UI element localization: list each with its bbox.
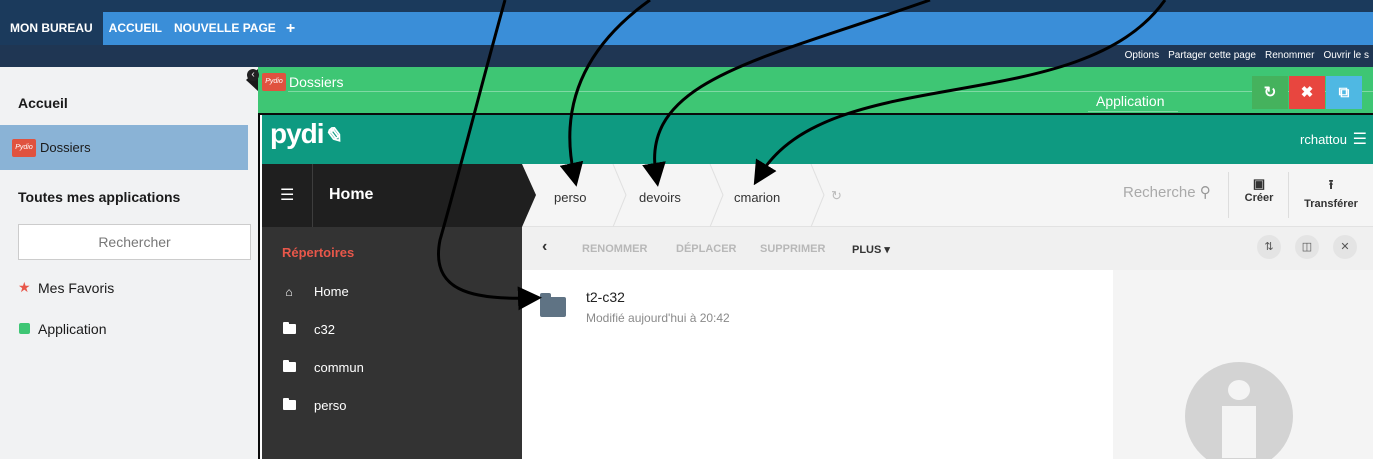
pydio-logo[interactable]: pydi✎ (270, 118, 342, 150)
file-list: t2-c32 Modifié aujourd'hui à 20:42 (522, 270, 1113, 459)
move-button[interactable]: DÉPLACER (676, 243, 737, 255)
tree-item-home[interactable]: ⌂ Home (282, 284, 349, 299)
application-label: Application (38, 321, 107, 337)
info-icon (1185, 362, 1293, 459)
info-panel (1113, 270, 1373, 459)
chevron-separator-icon (522, 164, 536, 227)
repositories-heading: Répertoires (282, 245, 355, 260)
app-title-bar: Pydio Dossiers Application ↻ ✖ ⧉ (258, 67, 1373, 113)
portal-sidebar: Accueil Pydio Dossiers Toutes mes applic… (0, 67, 258, 459)
share-page-link[interactable]: Partager cette page (1168, 50, 1256, 61)
app-title: Dossiers (289, 74, 344, 90)
folder-icon (282, 359, 296, 375)
more-label: PLUS (852, 244, 882, 256)
portal-app-label: Dossiers (40, 140, 91, 155)
rename-button[interactable]: RENOMMER (582, 243, 647, 255)
divider (1088, 111, 1178, 112)
tree-item-label: commun (314, 360, 364, 375)
chevron-separator-icon (612, 164, 627, 227)
file-modified: Modifié aujourd'hui à 20:42 (586, 311, 730, 325)
open-link[interactable]: Ouvrir le s (1323, 50, 1369, 61)
action-toolbar: ‹ RENOMMER DÉPLACER SUPPRIMER PLUS ▾ ⇅ ◫… (522, 227, 1373, 270)
breadcrumb-item-perso[interactable]: perso (554, 190, 587, 205)
favorites-label: Mes Favoris (38, 279, 115, 296)
app-subtitle: Application (1096, 93, 1165, 109)
tree-item-commun[interactable]: commun (282, 359, 364, 375)
top-strip (0, 0, 1373, 12)
rename-page-link[interactable]: Renommer (1265, 50, 1314, 61)
create-button[interactable]: ▣ Créer (1237, 176, 1281, 204)
star-icon: ★ (18, 279, 31, 295)
divider (288, 91, 1373, 92)
portal-application[interactable]: Application (18, 321, 107, 337)
delete-button[interactable]: SUPPRIMER (760, 243, 825, 255)
menu-icon[interactable]: ☰ (1353, 129, 1367, 149)
pydio-logo-icon: Pydio (262, 73, 286, 91)
pydio-header: pydi✎ rchattou ☰ (262, 115, 1373, 164)
tree-item-perso[interactable]: perso (282, 397, 347, 413)
refresh-icon[interactable]: ↻ (831, 188, 842, 204)
breadcrumb-item-devoirs[interactable]: devoirs (639, 190, 681, 205)
search-placeholder: Recherche (1123, 184, 1196, 201)
portal-heading-apps: Toutes mes applications (18, 189, 181, 205)
breadcrumb: perso devoirs cmarion ↻ Recherche ⚲ ▣ Cr… (522, 164, 1373, 227)
divider (312, 164, 313, 227)
top-navbar: MON BUREAU ACCUEIL NOUVELLE PAGE + (0, 12, 1373, 45)
workspace-title: Home (329, 186, 374, 203)
sort-icon[interactable]: ⇅ (1257, 235, 1281, 259)
portal-app-dossiers[interactable]: Pydio Dossiers (0, 125, 248, 170)
chevron-separator-icon (810, 164, 825, 227)
tree-item-label: Home (314, 284, 349, 299)
divider (1288, 172, 1289, 218)
options-link[interactable]: Options (1125, 50, 1159, 61)
portal-heading-home: Accueil (18, 95, 68, 111)
file-name[interactable]: t2-c32 (586, 289, 625, 305)
back-arrow-icon[interactable]: ‹ (542, 238, 547, 256)
plus-icon[interactable]: + (286, 20, 295, 38)
divider (1228, 172, 1229, 218)
pen-icon: ✎ (323, 123, 342, 148)
refresh-button[interactable]: ↻ (1252, 76, 1288, 109)
portal-favorites[interactable]: ★ Mes Favoris (18, 279, 114, 296)
new-folder-icon: ▣ (1252, 176, 1266, 191)
upload-icon: ⭱ (1328, 177, 1334, 192)
tree-item-label: perso (314, 398, 347, 413)
folder-icon (282, 321, 296, 337)
chevron-separator-icon (709, 164, 724, 227)
nav-new-page[interactable]: NOUVELLE PAGE (168, 12, 282, 45)
screen: MON BUREAU ACCUEIL NOUVELLE PAGE + Optio… (0, 0, 1373, 459)
breadcrumb-item-cmarion[interactable]: cmarion (734, 190, 780, 205)
caret-down-icon: ▾ (884, 244, 890, 256)
search-field[interactable]: Recherche ⚲ (1123, 183, 1211, 201)
external-link-button[interactable]: ⧉ (1326, 76, 1362, 109)
close-icon[interactable]: ✕ (1333, 235, 1357, 259)
workspace-header: ☰ Home (262, 164, 522, 227)
folder-icon (282, 397, 296, 413)
pydio-frame: pydi✎ rchattou ☰ ☰ Home Répertoires ⌂ Ho… (258, 113, 1373, 459)
workspace-sidebar: ☰ Home Répertoires ⌂ Home c32 commun per… (262, 164, 522, 459)
more-button[interactable]: PLUS ▾ (852, 243, 890, 256)
columns-icon[interactable]: ◫ (1295, 235, 1319, 259)
tree-item-c32[interactable]: c32 (282, 321, 335, 337)
nav-my-desk[interactable]: MON BUREAU (0, 12, 103, 45)
tree-item-label: c32 (314, 322, 335, 337)
folder-icon (540, 293, 566, 317)
create-label: Créer (1244, 192, 1274, 204)
pydio-logo-icon: Pydio (12, 138, 36, 157)
nav-home[interactable]: ACCUEIL (103, 12, 168, 45)
search-icon: ⚲ (1199, 184, 1211, 201)
green-square-icon (18, 321, 30, 337)
logo-text: pydi (270, 118, 325, 149)
transfer-button[interactable]: ⭱ Transférer (1296, 176, 1366, 210)
portal-search-input[interactable]: Rechercher (18, 224, 251, 260)
transfer-label: Transférer (1304, 198, 1358, 210)
close-button[interactable]: ✖ (1289, 76, 1325, 109)
user-menu[interactable]: rchattou (1300, 132, 1347, 147)
home-icon: ⌂ (285, 284, 293, 299)
collapse-sidebar-icon[interactable]: ‹ (247, 69, 259, 81)
hamburger-icon[interactable]: ☰ (280, 185, 294, 205)
options-bar: Options Partager cette page Renommer Ouv… (0, 45, 1373, 67)
